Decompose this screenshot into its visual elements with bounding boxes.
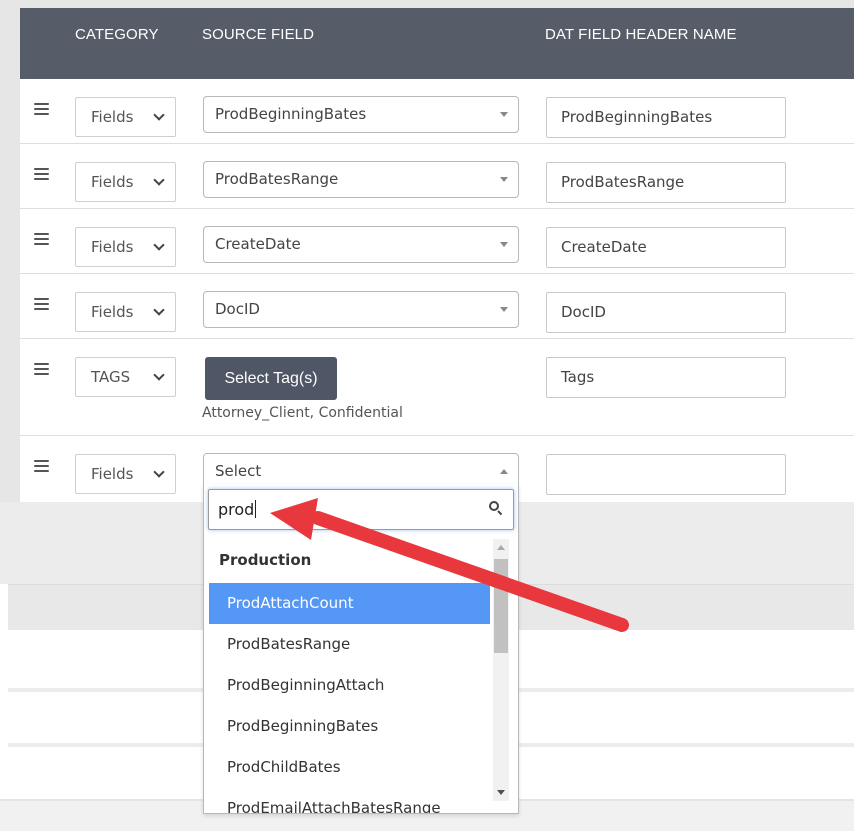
option-item[interactable]: ProdEmailAttachBatesRange xyxy=(209,788,490,813)
source-field-select[interactable]: ProdBatesRange xyxy=(203,161,519,198)
header-category: CATEGORY xyxy=(75,26,159,43)
text-cursor xyxy=(255,500,257,518)
drag-handle-icon[interactable] xyxy=(34,233,49,245)
category-value: Fields xyxy=(91,173,134,191)
chevron-down-icon xyxy=(153,304,165,316)
table-row: Fields ProdBeginningBates ProdBeginningB… xyxy=(20,79,854,144)
search-icon[interactable] xyxy=(489,501,503,516)
source-field-value: CreateDate xyxy=(215,235,301,253)
selected-tags-text: Attorney_Client, Confidential xyxy=(202,405,403,421)
source-field-value: ProdBeginningBates xyxy=(215,105,367,123)
scroll-up-icon[interactable] xyxy=(497,545,505,550)
source-field-dropdown: prod Production ProdAttachCount ProdBate… xyxy=(203,484,519,814)
table-row: Fields ProdBatesRange ProdBatesRange xyxy=(20,144,854,209)
chevron-down-icon xyxy=(153,174,165,186)
category-select[interactable]: Fields xyxy=(75,227,176,267)
category-value: Fields xyxy=(91,238,134,256)
category-value: TAGS xyxy=(91,368,131,386)
drag-handle-icon[interactable] xyxy=(34,103,49,115)
drag-handle-icon[interactable] xyxy=(34,363,49,375)
chevron-down-icon xyxy=(153,466,165,478)
caret-down-icon xyxy=(500,177,508,182)
caret-down-icon xyxy=(500,307,508,312)
left-strip xyxy=(0,0,20,502)
source-field-select[interactable]: ProdBeginningBates xyxy=(203,96,519,133)
dat-header-input[interactable]: ProdBatesRange xyxy=(546,162,786,203)
scroll-thumb[interactable] xyxy=(494,559,508,653)
table-header: CATEGORY SOURCE FIELD DAT FIELD HEADER N… xyxy=(20,8,854,79)
category-value: Fields xyxy=(91,108,134,126)
option-item[interactable]: ProdBatesRange xyxy=(209,624,490,665)
category-select[interactable]: Fields xyxy=(75,292,176,332)
option-list: ProdAttachCount ProdBatesRange ProdBegin… xyxy=(209,583,490,813)
option-item[interactable]: ProdAttachCount xyxy=(209,583,490,624)
category-select[interactable]: Fields xyxy=(75,454,176,494)
caret-down-icon xyxy=(500,112,508,117)
dropdown-search-input[interactable]: prod xyxy=(208,489,514,530)
select-tags-button[interactable]: Select Tag(s) xyxy=(205,357,337,400)
search-value: prod xyxy=(218,500,255,519)
field-mapping-table: CATEGORY SOURCE FIELD DAT FIELD HEADER N… xyxy=(20,8,854,502)
option-item[interactable]: ProdChildBates xyxy=(209,747,490,788)
category-select[interactable]: Fields xyxy=(75,162,176,202)
source-field-value: ProdBatesRange xyxy=(215,170,339,188)
option-item[interactable]: ProdBeginningBates xyxy=(209,706,490,747)
header-dat-field-header-name: DAT FIELD HEADER NAME xyxy=(545,26,737,43)
source-field-value: DocID xyxy=(215,300,260,318)
source-field-select[interactable]: DocID xyxy=(203,291,519,328)
table-row: Fields DocID DocID xyxy=(20,274,854,339)
category-select[interactable]: Fields xyxy=(75,97,176,137)
scroll-down-icon[interactable] xyxy=(497,790,505,795)
category-select[interactable]: TAGS xyxy=(75,357,176,397)
top-strip xyxy=(0,0,854,8)
dat-header-input[interactable]: DocID xyxy=(546,292,786,333)
category-value: Fields xyxy=(91,465,134,483)
chevron-down-icon xyxy=(153,369,165,381)
table-row: Fields CreateDate CreateDate xyxy=(20,209,854,274)
source-field-select[interactable]: CreateDate xyxy=(203,226,519,263)
dropdown-scrollbar[interactable] xyxy=(493,539,509,801)
option-group-label: Production xyxy=(219,551,312,569)
chevron-down-icon xyxy=(153,239,165,251)
chevron-down-icon xyxy=(153,109,165,121)
category-value: Fields xyxy=(91,303,134,321)
drag-handle-icon[interactable] xyxy=(34,168,49,180)
drag-handle-icon[interactable] xyxy=(34,460,49,472)
dat-header-input[interactable]: Tags xyxy=(546,357,786,398)
caret-up-icon xyxy=(500,469,508,474)
dat-header-input[interactable] xyxy=(546,454,786,495)
dat-header-input[interactable]: CreateDate xyxy=(546,227,786,268)
dat-header-input[interactable]: ProdBeginningBates xyxy=(546,97,786,138)
source-field-value: Select xyxy=(215,462,262,480)
table-row: TAGS Select Tag(s) Attorney_Client, Conf… xyxy=(20,339,854,436)
caret-down-icon xyxy=(500,242,508,247)
option-item[interactable]: ProdBeginningAttach xyxy=(209,665,490,706)
header-source-field: SOURCE FIELD xyxy=(202,26,315,43)
drag-handle-icon[interactable] xyxy=(34,298,49,310)
